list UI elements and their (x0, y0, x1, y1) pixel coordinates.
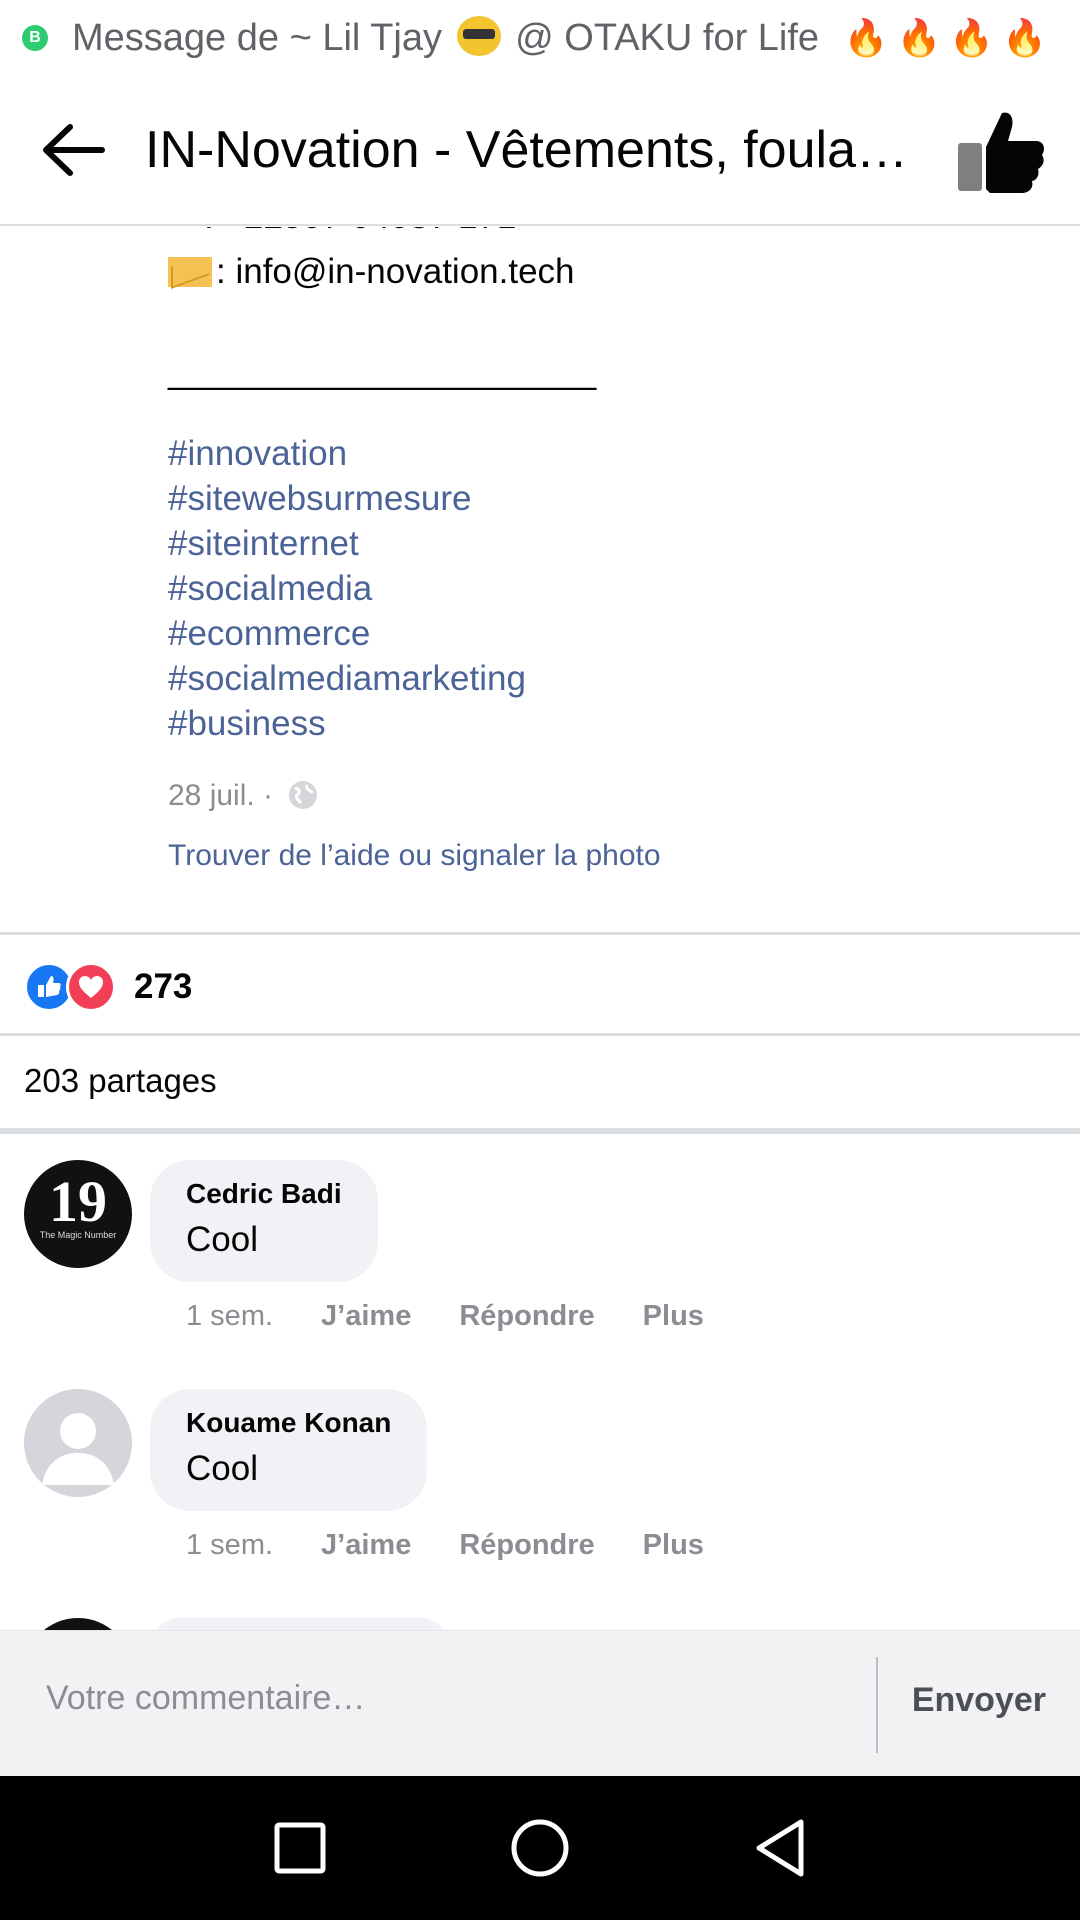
comment-actions: 1 sem. J’aime Répondre Plus (186, 1300, 752, 1333)
notification-title: Message de ~ Lil Tjay (72, 16, 442, 59)
hashtag-link[interactable]: #socialmedia (168, 569, 372, 609)
comment-like-button[interactable]: J’aime (321, 1529, 411, 1562)
divider (0, 1128, 1080, 1134)
hashtag-link[interactable]: #business (168, 704, 326, 744)
hashtag-link[interactable]: #sitewebsurmesure (168, 479, 471, 519)
divider (876, 1657, 878, 1753)
comment-reply-button[interactable]: Répondre (459, 1529, 594, 1562)
comment-composer: Envoyer (0, 1630, 1080, 1776)
divider (0, 1033, 1080, 1036)
avatar-number: 19 (49, 1169, 107, 1234)
comment-more-button[interactable]: Plus (643, 1300, 704, 1333)
comment-input[interactable] (46, 1679, 846, 1718)
triangle-back-icon (756, 1819, 804, 1877)
back-nav-button[interactable] (660, 1776, 900, 1920)
comment-bubble[interactable]: Kouame Konan Cool (150, 1389, 428, 1511)
comment-reply-button[interactable]: Répondre (459, 1300, 594, 1333)
email-text: : info@in-novation.tech (216, 252, 575, 291)
comment-like-button[interactable]: J’aime (321, 1300, 411, 1333)
system-navigation-bar (0, 1776, 1080, 1920)
sunglasses-emoji-icon (456, 15, 501, 56)
recents-button[interactable] (180, 1776, 420, 1920)
app-badge-icon: B (22, 24, 48, 51)
reactions-summary[interactable]: 273 (24, 962, 192, 1012)
comment-text: Cool (186, 1220, 258, 1259)
comment-author[interactable]: Cedric Badi (186, 1178, 342, 1210)
avatar[interactable]: 19 The Magic Number (24, 1160, 132, 1268)
globe-icon (289, 781, 318, 809)
post-meta: 28 juil. · (168, 779, 319, 813)
avatar[interactable] (24, 1389, 132, 1497)
avatar-caption: The Magic Number (39, 1230, 117, 1240)
comment-item (24, 1618, 1064, 1630)
back-button[interactable] (0, 74, 145, 225)
comment-item: 19 The Magic Number Cedric Badi Cool 1 s… (24, 1160, 1064, 1332)
comment-time: 1 sem. (186, 1300, 274, 1332)
love-reaction-icon (66, 962, 116, 1012)
comment-bubble[interactable]: Cedric Badi Cool (150, 1160, 378, 1282)
phone-line: : +22507 04037 171 (168, 227, 516, 237)
send-button[interactable]: Envoyer (912, 1681, 1046, 1720)
fire-emoji-icons: 🔥🔥🔥🔥 (843, 16, 1055, 58)
thumbs-up-icon (958, 112, 1044, 193)
comment-bubble[interactable] (150, 1618, 450, 1630)
page-title: IN-Novation - Vêtements, foula… (145, 120, 908, 179)
reaction-count: 273 (134, 967, 193, 1006)
comment-actions: 1 sem. J’aime Répondre Plus (186, 1529, 752, 1562)
notification-text: Message de ~ Lil Tjay @ OTAKU for Life 🔥… (72, 15, 1055, 60)
avatar[interactable] (24, 1618, 132, 1630)
comment-author[interactable]: Kouame Konan (186, 1407, 391, 1439)
comment-text: Cool (186, 1449, 258, 1488)
post-date[interactable]: 28 juil. · (168, 779, 273, 812)
notification-group: @ OTAKU for Life (515, 16, 820, 59)
email-line: : info@in-novation.tech (168, 252, 575, 292)
default-user-icon (42, 1413, 114, 1485)
shares-count[interactable]: 203 partages (24, 1062, 217, 1100)
circle-home-icon (511, 1819, 569, 1877)
square-recents-icon (274, 1822, 326, 1874)
hashtag-link[interactable]: #innovation (168, 434, 347, 474)
hashtag-link[interactable]: #ecommerce (168, 614, 370, 654)
divider (0, 932, 1080, 935)
notification-banner[interactable]: B Message de ~ Lil Tjay @ OTAKU for Life… (0, 0, 1080, 75)
comment-item: Kouame Konan Cool 1 sem. J’aime Répondre… (24, 1389, 1064, 1561)
envelope-icon (168, 257, 212, 287)
hashtag-link[interactable]: #siteinternet (168, 524, 359, 564)
home-button[interactable] (420, 1776, 660, 1920)
arrow-left-icon (42, 123, 105, 176)
hashtag-link[interactable]: #socialmediamarketing (168, 659, 526, 699)
phone-text: : +22507 04037 171 (204, 227, 516, 236)
top-app-bar: IN-Novation - Vêtements, foula… (0, 75, 1080, 226)
like-page-button[interactable] (956, 107, 1046, 197)
post-detail-scroll[interactable]: : +22507 04037 171 : info@in-novation.te… (0, 227, 1080, 1630)
report-photo-link[interactable]: Trouver de l’aide ou signaler la photo (168, 839, 661, 873)
comment-more-button[interactable]: Plus (643, 1529, 704, 1562)
separator-line: ______________________ (168, 352, 597, 391)
comment-time: 1 sem. (186, 1529, 274, 1561)
